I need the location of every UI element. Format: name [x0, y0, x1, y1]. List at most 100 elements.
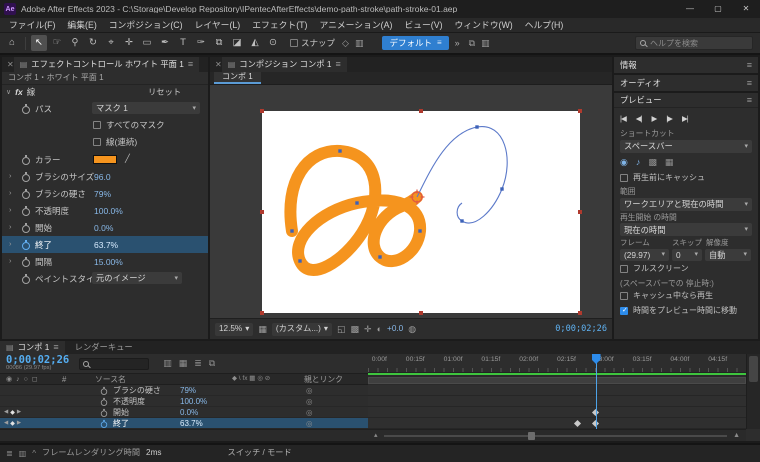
mask-vertices[interactable] — [290, 125, 504, 263]
stopwatch-icon[interactable] — [22, 172, 30, 182]
twirl-down-icon[interactable]: ∨ — [6, 89, 11, 96]
effect-name[interactable]: 線 — [27, 88, 36, 97]
layer-handle[interactable] — [260, 210, 264, 214]
pickwhip-icon[interactable]: ◎ — [306, 419, 313, 428]
layer-handle[interactable] — [260, 311, 264, 315]
switches-modes-button[interactable]: スイッチ / モード — [228, 449, 292, 457]
paint-style-dropdown[interactable]: 元のイメージ ▾ — [92, 272, 182, 284]
puppet-tool[interactable]: ⊙ — [265, 35, 281, 51]
property-label[interactable]: 開始 — [35, 224, 52, 233]
share-icon[interactable]: ⧉ — [469, 38, 475, 48]
twirl-icon[interactable]: › — [9, 206, 12, 214]
next-keyframe-icon[interactable]: ▶ — [17, 409, 21, 416]
menu-layer[interactable]: レイヤー(L) — [189, 20, 247, 30]
pen-tool[interactable]: ✒ — [157, 35, 173, 51]
path-dropdown[interactable]: マスク 1 ▾ — [92, 102, 200, 114]
previous-keyframe-icon[interactable]: ◀ — [4, 409, 8, 416]
effect-controls-tab[interactable]: ▤ エフェクトコントロール ホワイト 平面 1 ≡ — [13, 57, 200, 72]
fx-badge[interactable]: fx — [15, 88, 23, 97]
panel-menu-icon[interactable]: ≡ — [188, 60, 193, 69]
property-value[interactable]: 0.0% — [180, 409, 198, 417]
roto-brush-tool[interactable]: ◭ — [247, 35, 263, 51]
audio-panel-header[interactable]: オーディオ ≡ — [614, 75, 758, 91]
timeline-row-start[interactable]: ◀ ◆ ▶ 開始 0.0% ◎ — [0, 407, 368, 418]
stopwatch-icon[interactable] — [100, 408, 108, 417]
next-frame-button[interactable]: |▶ — [666, 115, 673, 123]
property-value[interactable]: 0.0% — [94, 224, 113, 233]
mask-visibility-icon[interactable]: ✛ — [364, 324, 372, 334]
maximize-button[interactable]: ▢ — [704, 0, 732, 18]
track-row[interactable] — [368, 396, 746, 407]
stopwatch-icon[interactable] — [22, 206, 30, 216]
menu-composition[interactable]: コンポジション(C) — [103, 20, 189, 30]
work-area-bar[interactable] — [368, 377, 746, 384]
resolution-preview-dropdown[interactable]: 自動 ▾ — [705, 248, 751, 261]
flowchart-icon[interactable]: ▥ — [19, 449, 27, 458]
shortcut-dropdown[interactable]: スペースバー ▾ — [620, 139, 752, 153]
scrollbar-thumb[interactable] — [749, 356, 758, 382]
resolution-dropdown[interactable]: (カスタム...) ▾ — [271, 322, 333, 336]
help-search-box[interactable] — [635, 36, 753, 50]
all-masks-checkbox-row[interactable]: すべてのマスク — [93, 121, 165, 130]
zoom-out-icon[interactable]: ▴ — [374, 432, 378, 439]
property-label[interactable]: パス — [35, 105, 52, 114]
stopwatch-icon[interactable] — [22, 189, 30, 199]
property-value[interactable]: 63.7% — [180, 420, 203, 428]
include-overlays-icon[interactable]: ▩ — [648, 157, 657, 167]
timeline-row-opacity[interactable]: 不透明度 100.0% ◎ — [0, 396, 368, 407]
playhead-line[interactable] — [595, 354, 597, 429]
framerate-dropdown[interactable]: (29.97) ▾ — [620, 248, 669, 261]
keyframe-icon[interactable]: ◆ — [10, 421, 15, 427]
range-dropdown[interactable]: ワークエリアと現在の時間 ▾ — [620, 197, 752, 211]
stopwatch-icon[interactable] — [22, 257, 30, 267]
composition-mini-flowchart-icon[interactable]: ▥ — [163, 359, 172, 368]
menu-edit[interactable]: 編集(E) — [61, 20, 102, 30]
twirl-icon[interactable]: › — [9, 223, 12, 231]
minimize-button[interactable]: — — [676, 0, 704, 18]
reset-button[interactable]: リセット — [148, 88, 181, 97]
magnification-dropdown[interactable]: 12.5% ▾ — [215, 322, 254, 336]
timeline-search-box[interactable] — [79, 357, 150, 370]
pickwhip-icon[interactable]: ◎ — [306, 408, 313, 417]
all-masks-checkbox[interactable] — [93, 121, 101, 130]
menu-animation[interactable]: アニメーション(A) — [313, 20, 398, 30]
move-time-checkbox[interactable] — [620, 307, 628, 316]
shape-tool[interactable]: ▭ — [139, 35, 155, 51]
play-button[interactable]: ▶ — [651, 115, 657, 123]
stopwatch-icon[interactable] — [22, 223, 30, 233]
stopwatch-icon[interactable] — [100, 386, 108, 395]
type-tool[interactable]: T — [175, 35, 191, 51]
info-panel-header[interactable]: 情報 ≡ — [614, 57, 758, 73]
next-keyframe-icon[interactable]: ▶ — [17, 420, 21, 427]
track-row[interactable] — [368, 418, 746, 429]
cache-before-playback-row[interactable]: 再生前にキャッシュ — [620, 172, 752, 185]
pickwhip-icon[interactable]: ◎ — [306, 386, 313, 395]
property-value[interactable]: 100.0% — [180, 398, 207, 406]
timeline-track-area[interactable]: 0:00f 00:15f 01:00f 01:15f 02:00f 02:15f… — [368, 354, 746, 429]
property-label[interactable]: 不透明度 — [113, 398, 145, 406]
stopwatch-icon-active[interactable] — [100, 419, 108, 428]
render-queue-tab[interactable]: レンダーキュー — [65, 341, 143, 354]
panel-menu-icon[interactable]: ≡ — [53, 343, 58, 352]
effect-header-row[interactable]: ∨ fx 線 リセット — [2, 85, 208, 100]
selection-tool[interactable]: ↖ — [31, 35, 47, 51]
twirl-icon[interactable]: › — [9, 257, 12, 265]
property-value[interactable]: 79% — [94, 190, 111, 199]
panel-menu-icon[interactable]: ≡ — [747, 78, 752, 88]
panel-close-icon[interactable]: ✕ — [2, 57, 14, 72]
property-label[interactable]: ブラシの硬さ — [113, 387, 161, 395]
layer-handle[interactable] — [419, 109, 423, 113]
twirl-icon[interactable]: › — [9, 189, 12, 197]
property-value[interactable]: 96.0 — [94, 173, 111, 182]
track-row[interactable] — [368, 407, 746, 418]
property-value[interactable]: 15.00% — [94, 258, 123, 267]
layer-handle[interactable] — [260, 109, 264, 113]
work-area-band[interactable] — [368, 373, 746, 385]
property-label[interactable]: ブラシの硬さ — [35, 190, 86, 199]
region-of-interest-icon[interactable]: ◱ — [337, 324, 346, 334]
fullscreen-row[interactable]: フルスクリーン — [620, 263, 752, 276]
stopwatch-icon[interactable] — [22, 155, 30, 165]
panel-menu-icon[interactable]: ≡ — [747, 95, 752, 105]
help-search-input[interactable] — [650, 38, 748, 48]
workspace-tab-default[interactable]: デフォルト ≡ — [382, 35, 449, 51]
